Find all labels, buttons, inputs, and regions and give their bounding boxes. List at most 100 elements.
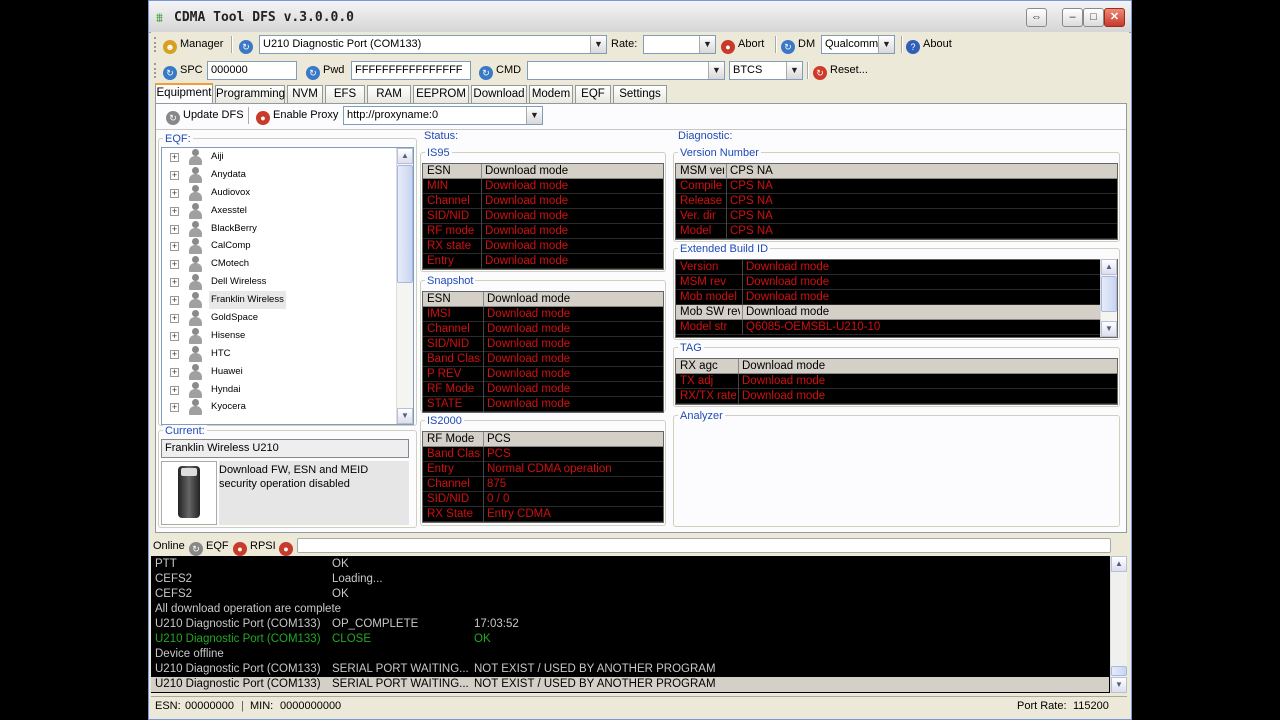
chevron-down-icon[interactable]: ▼ <box>699 36 715 53</box>
spc-input[interactable]: 000000 <box>207 61 297 80</box>
tree-item[interactable]: + CMotech <box>162 255 413 273</box>
rpsi-status[interactable]: ● RPSI <box>233 537 276 556</box>
cmd-button[interactable]: ↻ CMD <box>479 61 521 80</box>
cmd-select[interactable]: ▼ <box>527 61 725 80</box>
tree-item[interactable]: + Hyndai <box>162 381 413 399</box>
expand-icon[interactable]: + <box>170 314 179 324</box>
tree-item[interactable]: + Anydata <box>162 166 413 184</box>
build-scrollbar[interactable]: ▲ ▼ <box>1100 259 1117 337</box>
tree-item[interactable]: + Hisense <box>162 327 413 345</box>
tree-item[interactable]: + Dell Wireless <box>162 273 413 291</box>
tree-item[interactable]: + GoldSpace <box>162 309 413 327</box>
enable-proxy-button[interactable]: ● Enable Proxy <box>256 106 338 125</box>
minimize-button[interactable]: – <box>1062 8 1083 27</box>
restore-icon[interactable]: ⇔ <box>1026 8 1047 27</box>
progress-status-icon: ● <box>279 542 293 556</box>
manager-button[interactable]: ☻ Manager <box>163 35 223 54</box>
tab-modem[interactable]: Modem <box>529 85 573 103</box>
tree-item[interactable]: + Huawei <box>162 363 413 381</box>
scroll-thumb[interactable] <box>1101 276 1117 312</box>
tag-group: TAG RX agc Download mode TX adj Download mo… <box>673 342 1120 407</box>
chevron-down-icon[interactable]: ▼ <box>708 62 724 79</box>
expand-icon[interactable]: + <box>170 170 179 180</box>
tree-item[interactable]: + HTC <box>162 345 413 363</box>
tab-settings[interactable]: Settings <box>613 85 667 103</box>
tab-ram[interactable]: RAM <box>367 85 411 103</box>
expand-icon[interactable]: + <box>170 349 179 359</box>
tag-grid: RX agc Download mode TX adj Download mode RX… <box>675 358 1118 405</box>
mode-select[interactable]: BTCS ▼ <box>729 61 803 80</box>
toolbar-grip[interactable] <box>154 37 157 52</box>
tab-equipment[interactable]: Equipment <box>155 83 213 104</box>
chevron-down-icon[interactable]: ▼ <box>590 36 606 53</box>
toolbar-grip[interactable] <box>154 63 157 78</box>
tree-item-label: Dell Wireless <box>211 276 267 288</box>
grid-key: Band Class <box>427 353 481 365</box>
title-bar[interactable]: ⩩ CDMA Tool DFS v.3.0.0.0 ⇔ – □ ✕ <box>149 1 1131 33</box>
refresh-port-button[interactable]: ↻ <box>239 35 256 54</box>
expand-icon[interactable]: + <box>170 296 179 306</box>
scroll-down-icon[interactable]: ▼ <box>1101 321 1117 337</box>
scroll-up-icon[interactable]: ▲ <box>1101 259 1117 275</box>
tree-item[interactable]: + Aiji <box>162 148 413 166</box>
tree-item[interactable]: + CalComp <box>162 237 413 255</box>
dm-button[interactable]: ↻ DM <box>781 35 815 54</box>
scroll-down-icon[interactable]: ▼ <box>397 408 413 424</box>
expand-icon[interactable]: + <box>170 224 179 234</box>
tree-item-label: BlackBerry <box>211 222 257 234</box>
grid-value: Download mode <box>742 260 829 275</box>
proxy-select[interactable]: http://proxyname:0 ▼ <box>343 106 543 125</box>
maximize-button[interactable]: □ <box>1083 8 1104 27</box>
port-select[interactable]: U210 Diagnostic Port (COM133) ▼ <box>259 35 607 54</box>
expand-icon[interactable]: + <box>170 385 179 395</box>
log-scrollbar[interactable]: ▲ ▼ <box>1110 556 1127 693</box>
expand-icon[interactable]: + <box>170 403 179 413</box>
pwd-input[interactable]: FFFFFFFFFFFFFFFF <box>351 61 471 80</box>
expand-icon[interactable]: + <box>170 242 179 252</box>
expand-icon[interactable]: + <box>170 331 179 341</box>
tree-scrollbar[interactable]: ▲ ▼ <box>396 148 413 424</box>
tab-download[interactable]: Download <box>471 85 527 103</box>
expand-icon[interactable]: + <box>170 206 179 216</box>
update-dfs-button[interactable]: ↻ Update DFS <box>166 106 244 125</box>
tab-eeprom[interactable]: EEPROM <box>413 85 469 103</box>
expand-icon[interactable]: + <box>170 260 179 270</box>
expand-icon[interactable]: + <box>170 188 179 198</box>
expand-icon[interactable]: + <box>170 153 179 162</box>
eqf-tree[interactable]: + Aiji + Anydata + Audiovox + Axesstel + BlackBer… <box>161 147 414 425</box>
log-panel[interactable]: PTT OK CEFS2 Loading... CEFS2 OK All download … <box>151 556 1127 693</box>
log-cell: Loading... <box>332 573 383 585</box>
reset-button[interactable]: ↻ Reset... <box>813 61 868 80</box>
chevron-down-icon[interactable]: ▼ <box>786 62 802 79</box>
grid-key: RX state <box>427 240 472 252</box>
scroll-thumb[interactable] <box>397 165 413 283</box>
expand-icon[interactable]: + <box>170 367 179 377</box>
dm-select[interactable]: Qualcomm ▼ <box>821 35 895 54</box>
status-label: Status: <box>422 130 461 142</box>
grid-value: Download mode <box>742 305 829 320</box>
expand-icon[interactable]: + <box>170 278 179 288</box>
abort-button[interactable]: ● Abort <box>721 35 764 54</box>
grid-key: Channel <box>427 195 470 207</box>
tab-eqf[interactable]: EQF <box>575 85 611 103</box>
spc-button[interactable]: ↻ SPC <box>163 61 203 80</box>
about-button[interactable]: ? About <box>906 35 952 54</box>
close-button[interactable]: ✕ <box>1104 8 1125 27</box>
chevron-down-icon[interactable]: ▼ <box>878 36 894 53</box>
tree-item[interactable]: + BlackBerry <box>162 220 413 238</box>
tab-efs[interactable]: EFS <box>325 85 365 103</box>
tab-nvm[interactable]: NVM <box>287 85 323 103</box>
scroll-up-icon[interactable]: ▲ <box>397 148 413 164</box>
eqf-status[interactable]: ↻ EQF <box>189 537 229 556</box>
scroll-down-icon[interactable]: ▼ <box>1111 677 1127 693</box>
chevron-down-icon[interactable]: ▼ <box>526 107 542 124</box>
scroll-up-icon[interactable]: ▲ <box>1111 556 1127 572</box>
rate-select[interactable]: ▼ <box>643 35 716 54</box>
tree-item[interactable]: + Franklin Wireless <box>162 291 413 310</box>
tree-item[interactable]: + Audiovox <box>162 184 413 202</box>
tab-programming[interactable]: Programming <box>215 85 285 103</box>
tree-item[interactable]: + Axesstel <box>162 202 413 220</box>
pwd-button[interactable]: ↻ Pwd <box>306 61 344 80</box>
scroll-thumb[interactable] <box>1111 666 1127 676</box>
tree-item[interactable]: + Kyocera <box>162 398 413 416</box>
